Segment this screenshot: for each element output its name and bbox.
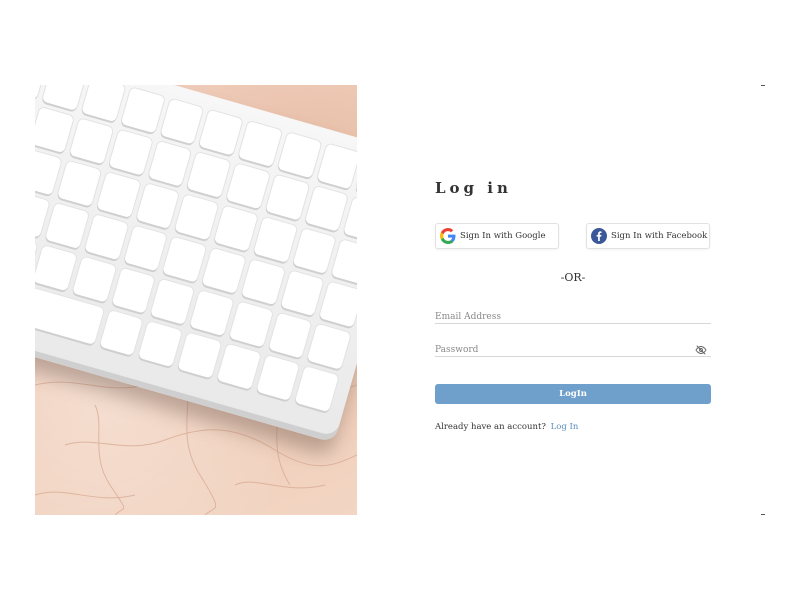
corner-mark [761, 85, 765, 86]
facebook-f-icon [591, 228, 607, 244]
email-field [435, 304, 711, 327]
hero-image [35, 85, 357, 515]
signin-prompt-text: Already have an account? [435, 422, 546, 432]
login-card: Log in Sign In with Google Sign In with … [35, 85, 765, 515]
login-link[interactable]: Log In [551, 422, 579, 432]
facebook-signin-button[interactable]: Sign In with Facebook [586, 223, 710, 249]
password-input[interactable] [435, 340, 711, 360]
email-input[interactable] [435, 307, 711, 327]
login-panel: Log in Sign In with Google Sign In with … [357, 85, 765, 515]
google-signin-button[interactable]: Sign In with Google [435, 223, 559, 249]
eye-off-icon[interactable] [695, 341, 707, 355]
facebook-signin-label: Sign In with Facebook [611, 231, 708, 241]
google-signin-label: Sign In with Google [460, 231, 546, 241]
google-g-icon [440, 228, 456, 244]
corner-mark [761, 514, 765, 515]
signin-prompt: Already have an account? Log In [435, 422, 578, 432]
login-button[interactable]: LogIn [435, 384, 711, 404]
password-field [435, 337, 711, 360]
page-title: Log in [435, 179, 512, 197]
or-separator: -OR- [560, 271, 586, 284]
